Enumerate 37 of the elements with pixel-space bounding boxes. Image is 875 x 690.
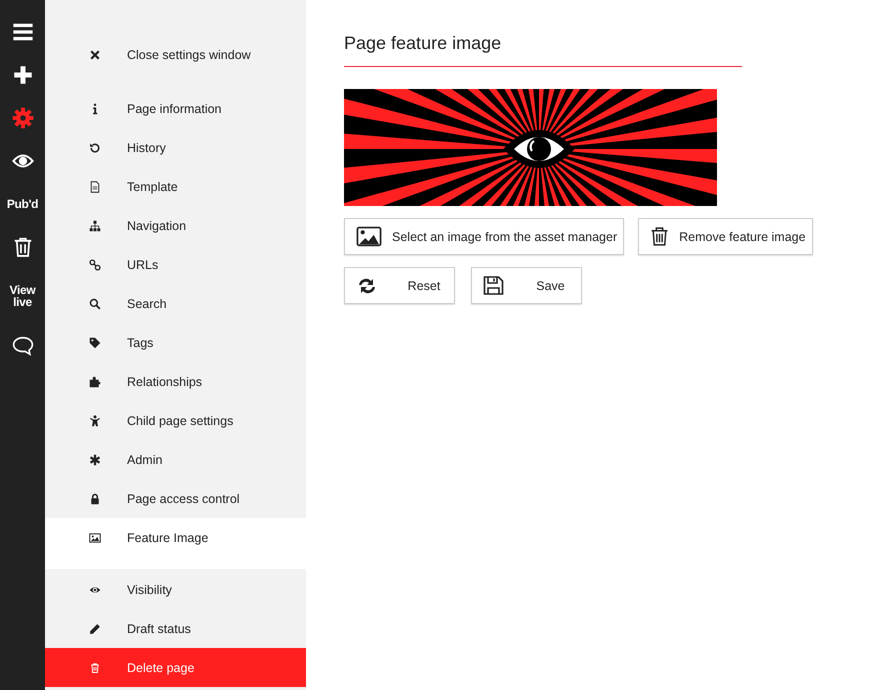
sitemap-icon — [87, 220, 103, 232]
close-settings-item[interactable]: Close settings window — [45, 35, 306, 74]
select-image-button[interactable]: Select an image from the asset manager — [344, 218, 624, 255]
panel-title: Page feature image — [344, 33, 742, 67]
asterisk-icon — [87, 454, 103, 466]
speech-bubble-icon — [10, 334, 34, 356]
menu-item[interactable]: Draft status — [45, 609, 306, 648]
menu-item[interactable]: Child page settings — [45, 401, 306, 440]
pencil-icon — [87, 622, 103, 634]
menu-item[interactable]: Search — [45, 284, 306, 323]
plus-icon — [12, 64, 32, 84]
puzzle-icon — [87, 376, 103, 388]
menu-item[interactable]: Feature Image — [45, 518, 306, 557]
reset-button[interactable]: Reset — [344, 267, 455, 304]
menu-item[interactable]: Navigation — [45, 206, 306, 245]
link-icon — [87, 258, 103, 270]
menu-item[interactable]: Visibility — [45, 570, 306, 609]
settings-icon — [12, 106, 34, 128]
menu-item[interactable]: Template — [45, 167, 306, 206]
menu-item[interactable]: Page access control — [45, 479, 306, 518]
rail-link[interactable]: Pub'd — [6, 198, 38, 210]
save-button[interactable]: Save — [471, 267, 582, 304]
menu-item[interactable]: Relationships — [45, 362, 306, 401]
rail-link[interactable]: View live — [0, 284, 45, 308]
remove-image-button[interactable]: Remove feature image — [638, 218, 813, 255]
image-icon — [356, 226, 382, 247]
menu-item[interactable]: Admin — [45, 440, 306, 479]
image-icon — [87, 532, 103, 544]
delete-page-item[interactable]: Delete page — [45, 648, 306, 687]
trash-icon — [650, 226, 670, 247]
search-icon — [87, 298, 103, 310]
tag-icon — [87, 336, 103, 348]
menu-item[interactable]: URLs — [45, 245, 306, 284]
child-icon — [87, 414, 103, 426]
menu-item[interactable]: Tags — [45, 323, 306, 362]
menu-item[interactable]: Page information — [45, 89, 306, 128]
menu-item[interactable]: History — [45, 128, 306, 167]
